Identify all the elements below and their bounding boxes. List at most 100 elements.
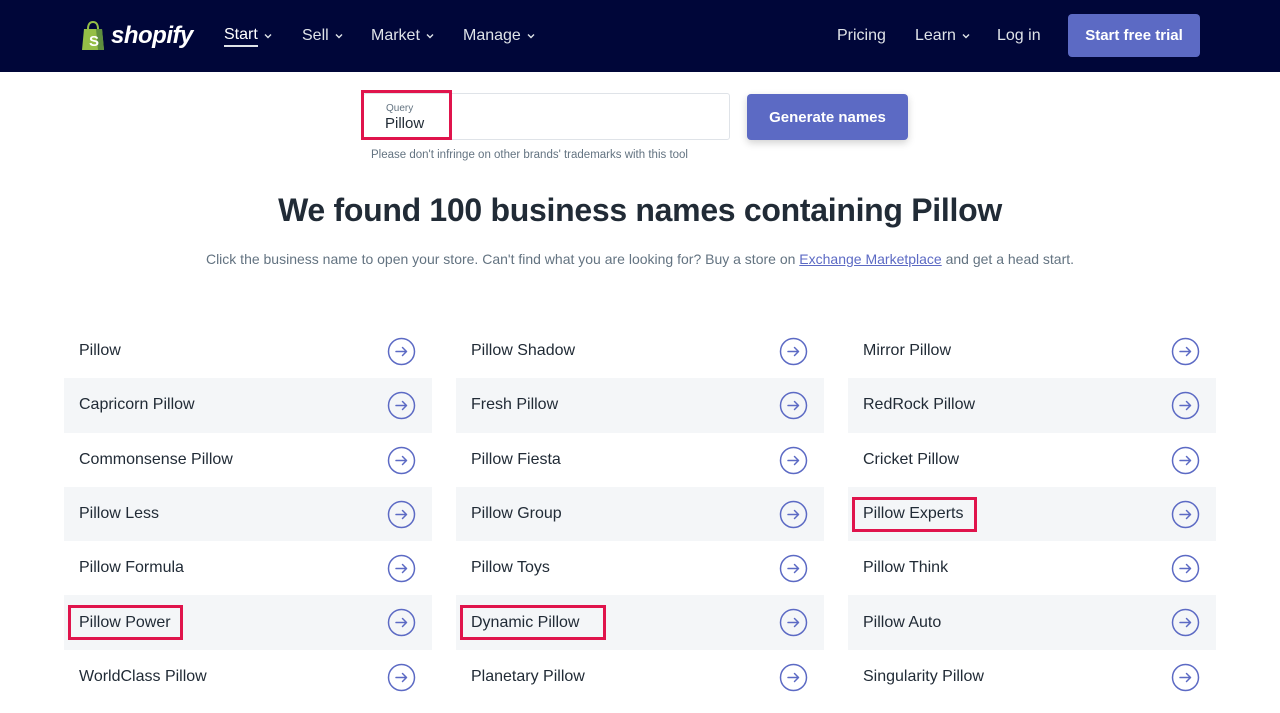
business-name-row[interactable]: Fresh Pillow xyxy=(456,378,824,433)
arrow-right-circle-icon[interactable] xyxy=(779,446,808,475)
business-name[interactable]: Capricorn Pillow xyxy=(79,396,195,414)
business-name-row[interactable]: Planetary Pillow xyxy=(456,650,824,704)
arrow-right-circle-icon[interactable] xyxy=(1171,608,1200,637)
business-name[interactable]: Planetary Pillow xyxy=(471,668,585,686)
start-free-trial-button[interactable]: Start free trial xyxy=(1068,14,1200,57)
top-navigation: S shopify Start Sell Market Manage Prici… xyxy=(0,0,1280,72)
arrow-right-circle-icon[interactable] xyxy=(387,663,416,692)
business-name[interactable]: Pillow Toys xyxy=(471,559,550,577)
nav-market-label: Market xyxy=(371,27,420,44)
chevron-down-icon xyxy=(527,32,535,40)
business-name[interactable]: WorldClass Pillow xyxy=(79,668,207,686)
business-name[interactable]: RedRock Pillow xyxy=(863,396,975,414)
arrow-right-circle-icon[interactable] xyxy=(387,446,416,475)
business-name[interactable]: Singularity Pillow xyxy=(863,668,984,686)
business-name-row[interactable]: Pillow Think xyxy=(848,541,1216,595)
chevron-down-icon xyxy=(426,32,434,40)
business-name[interactable]: Pillow Group xyxy=(471,505,562,523)
business-name-row[interactable]: Pillow Power xyxy=(64,595,432,650)
arrow-right-circle-icon[interactable] xyxy=(779,663,808,692)
business-name-row[interactable]: Pillow xyxy=(64,324,432,378)
business-name[interactable]: Mirror Pillow xyxy=(863,342,951,360)
nav-pricing-label: Pricing xyxy=(837,27,886,44)
nav-sell[interactable]: Sell xyxy=(302,24,343,48)
arrow-right-circle-icon[interactable] xyxy=(1171,337,1200,366)
arrow-right-circle-icon[interactable] xyxy=(387,337,416,366)
results-column-1: Pillow Capricorn Pillow Commonsense Pillow… xyxy=(64,324,432,704)
query-label: Query xyxy=(386,103,414,114)
arrow-right-circle-icon[interactable] xyxy=(387,391,416,420)
business-name-row[interactable]: Pillow Formula xyxy=(64,541,432,595)
chevron-down-icon xyxy=(962,32,970,40)
arrow-right-circle-icon[interactable] xyxy=(779,554,808,583)
logo-wordmark: shopify xyxy=(111,22,193,49)
nav-start[interactable]: Start xyxy=(224,24,272,48)
subheading-text-before: Click the business name to open your sto… xyxy=(205,251,800,267)
arrow-right-circle-icon[interactable] xyxy=(387,608,416,637)
business-name[interactable]: Dynamic Pillow xyxy=(471,614,579,632)
arrow-right-circle-icon[interactable] xyxy=(779,608,808,637)
business-name-row[interactable]: Pillow Toys xyxy=(456,541,824,595)
business-name-row[interactable]: RedRock Pillow xyxy=(848,378,1216,433)
chevron-down-icon xyxy=(264,32,272,40)
business-name[interactable]: Pillow Experts xyxy=(863,505,963,523)
business-name-row[interactable]: Mirror Pillow xyxy=(848,324,1216,378)
nav-sell-label: Sell xyxy=(302,27,329,44)
shopify-logo[interactable]: S shopify xyxy=(80,19,193,53)
business-name[interactable]: Pillow Shadow xyxy=(471,342,575,360)
subheading-text-after: and get a head start. xyxy=(941,251,1075,267)
results-column-3: Mirror Pillow RedRock Pillow Cricket Pillo… xyxy=(848,324,1216,704)
business-name-row[interactable]: Pillow Fiesta xyxy=(456,433,824,487)
business-name[interactable]: Pillow xyxy=(79,342,121,360)
business-name-row[interactable]: Pillow Auto xyxy=(848,595,1216,650)
svg-text:S: S xyxy=(89,33,99,50)
arrow-right-circle-icon[interactable] xyxy=(1171,391,1200,420)
business-name-row[interactable]: Pillow Group xyxy=(456,486,824,542)
business-name[interactable]: Pillow Less xyxy=(79,505,159,523)
business-name[interactable]: Pillow Power xyxy=(79,614,171,632)
chevron-down-icon xyxy=(335,32,343,40)
business-name[interactable]: Pillow Auto xyxy=(863,614,941,632)
business-name[interactable]: Commonsense Pillow xyxy=(79,451,233,469)
business-name[interactable]: Pillow Formula xyxy=(79,559,184,577)
business-name-row[interactable]: WorldClass Pillow xyxy=(64,650,432,704)
nav-login[interactable]: Log in xyxy=(997,24,1041,48)
results-column-2: Pillow Shadow Fresh Pillow Pillow Fiesta Pi… xyxy=(456,324,824,704)
arrow-right-circle-icon[interactable] xyxy=(779,500,808,529)
shopping-bag-icon: S xyxy=(80,21,106,51)
business-name[interactable]: Pillow Fiesta xyxy=(471,451,561,469)
nav-start-label: Start xyxy=(224,26,258,47)
nav-manage[interactable]: Manage xyxy=(463,24,535,48)
business-name-row[interactable]: Capricorn Pillow xyxy=(64,378,432,433)
business-name-row[interactable]: Pillow Less xyxy=(64,486,432,542)
arrow-right-circle-icon[interactable] xyxy=(779,391,808,420)
nav-pricing[interactable]: Pricing xyxy=(837,24,886,48)
nav-learn-label: Learn xyxy=(915,27,956,44)
results-heading: We found 100 business names containing P… xyxy=(278,192,1002,228)
arrow-right-circle-icon[interactable] xyxy=(1171,554,1200,583)
results-subheading: Click the business name to open your sto… xyxy=(0,251,1280,267)
business-name-row[interactable]: Singularity Pillow xyxy=(848,650,1216,704)
arrow-right-circle-icon[interactable] xyxy=(387,500,416,529)
business-name[interactable]: Fresh Pillow xyxy=(471,396,558,414)
generate-names-button[interactable]: Generate names xyxy=(747,94,908,140)
query-input[interactable] xyxy=(385,115,705,132)
business-name[interactable]: Cricket Pillow xyxy=(863,451,959,469)
query-field[interactable]: Query xyxy=(363,93,730,140)
exchange-marketplace-link[interactable]: Exchange Marketplace xyxy=(799,251,941,267)
business-name-row[interactable]: Commonsense Pillow xyxy=(64,433,432,487)
arrow-right-circle-icon[interactable] xyxy=(387,554,416,583)
arrow-right-circle-icon[interactable] xyxy=(1171,446,1200,475)
arrow-right-circle-icon[interactable] xyxy=(779,337,808,366)
business-name[interactable]: Pillow Think xyxy=(863,559,948,577)
nav-manage-label: Manage xyxy=(463,27,521,44)
business-name-row[interactable]: Pillow Shadow xyxy=(456,324,824,378)
business-name-row[interactable]: Pillow Experts xyxy=(848,486,1216,542)
business-name-row[interactable]: Cricket Pillow xyxy=(848,433,1216,487)
nav-market[interactable]: Market xyxy=(371,24,434,48)
arrow-right-circle-icon[interactable] xyxy=(1171,500,1200,529)
nav-login-label: Log in xyxy=(997,27,1041,44)
business-name-row[interactable]: Dynamic Pillow xyxy=(456,595,824,650)
arrow-right-circle-icon[interactable] xyxy=(1171,663,1200,692)
nav-learn[interactable]: Learn xyxy=(915,24,970,48)
